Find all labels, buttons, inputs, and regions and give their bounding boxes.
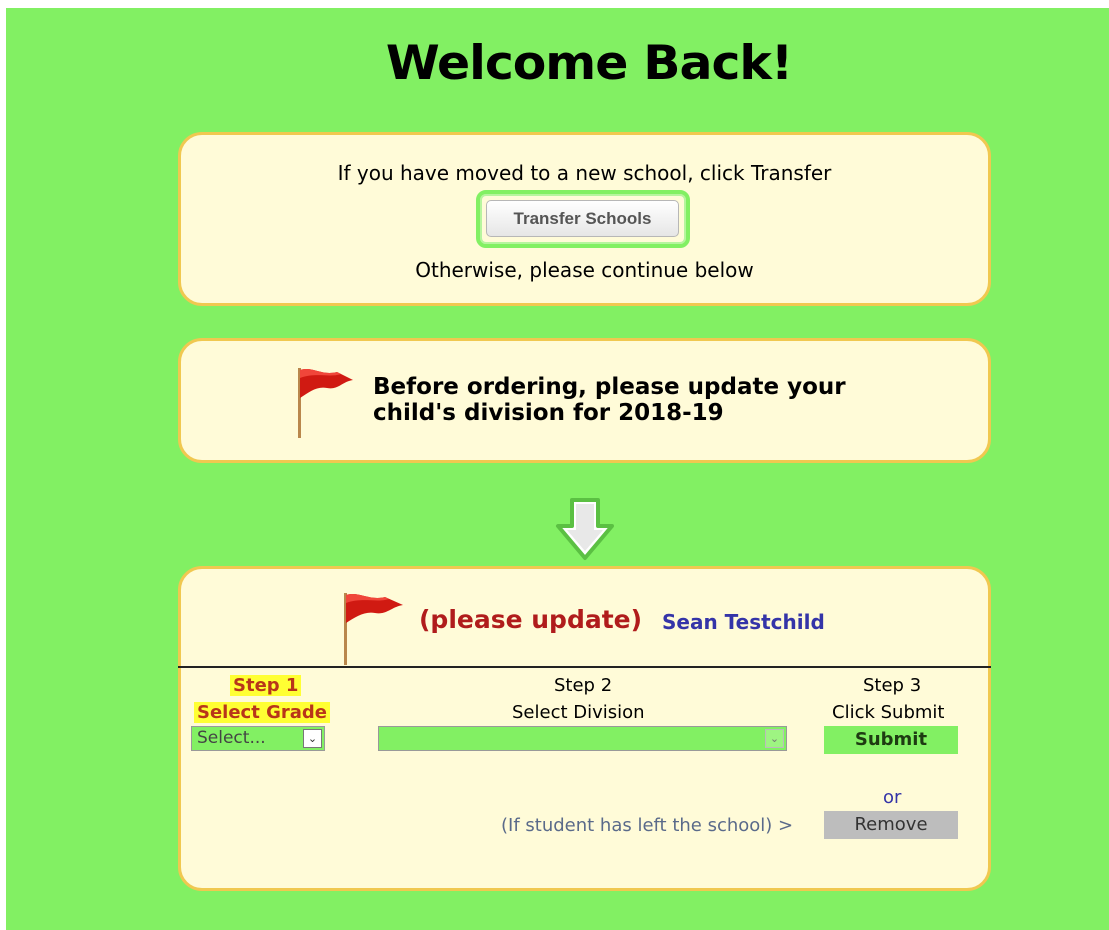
or-text: or	[883, 787, 902, 808]
continue-text: Otherwise, please continue below	[415, 258, 754, 282]
student-update-panel: (please update) Sean Testchild Step 1 Se…	[178, 566, 991, 891]
left-school-text: (If student has left the school) >	[501, 815, 794, 836]
remove-button[interactable]: Remove	[824, 811, 958, 839]
notice-line-1: Before ordering, please update your	[373, 374, 846, 400]
step3-action: Click Submit	[832, 702, 945, 723]
submit-button[interactable]: Submit	[824, 726, 958, 754]
notice-panel: Before ordering, please update your chil…	[178, 338, 991, 463]
student-name: Sean Testchild	[662, 610, 825, 634]
notice-line-2: child's division for 2018-19	[373, 400, 724, 426]
step1-label: Step 1	[230, 675, 302, 696]
chevron-down-icon: ⌄	[303, 729, 322, 748]
transfer-panel: If you have moved to a new school, click…	[178, 132, 991, 306]
step2-label: Step 2	[554, 675, 613, 696]
transfer-button-highlight: Transfer Schools	[476, 190, 690, 248]
transfer-schools-button[interactable]: Transfer Schools	[486, 200, 679, 237]
division-select[interactable]: ⌄	[378, 726, 787, 751]
divider	[178, 666, 991, 668]
status-label: (please update)	[419, 605, 643, 634]
flag-icon	[344, 593, 403, 665]
step2-action: Select Division	[512, 702, 645, 723]
grade-select-value: Select...	[197, 728, 266, 748]
transfer-prompt: If you have moved to a new school, click…	[337, 161, 832, 185]
chevron-down-icon: ⌄	[765, 729, 784, 748]
step3-label: Step 3	[863, 675, 922, 696]
notice-message: Before ordering, please update your chil…	[373, 374, 933, 426]
flag-icon	[298, 368, 353, 438]
grade-select[interactable]: Select... ⌄	[191, 726, 325, 751]
step1-action: Select Grade	[194, 702, 330, 723]
down-arrow-icon	[556, 498, 614, 560]
page-background: Welcome Back! If you have moved to a new…	[6, 8, 1109, 930]
page-title: Welcome Back!	[385, 36, 793, 91]
